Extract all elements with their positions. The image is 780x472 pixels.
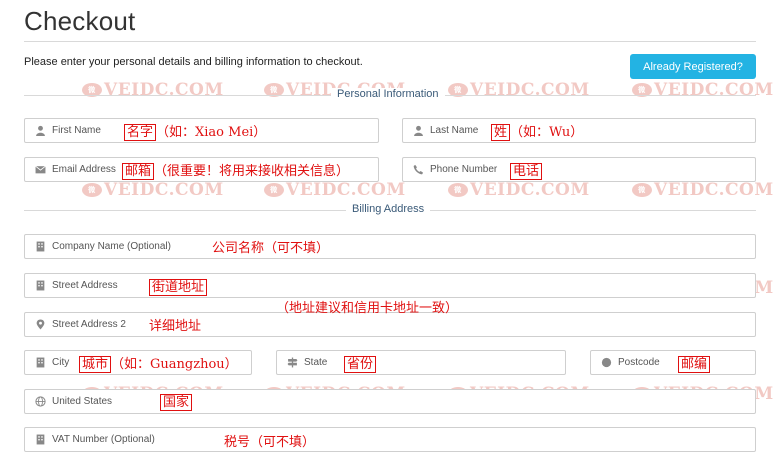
annotation-city: 城市 （如：Guangzhou） (79, 353, 238, 373)
building-icon (35, 280, 46, 291)
first-name-placeholder: First Name (52, 125, 101, 136)
annotation-state: 省份 (344, 353, 377, 373)
watermark: 微VEIDC.COM (632, 80, 774, 100)
vat-number-field[interactable]: VAT Number (Optional) (24, 427, 756, 452)
watermark: 微VEIDC.COM (264, 180, 406, 200)
watermark: 微VEIDC.COM (82, 180, 224, 200)
company-field[interactable]: Company Name (Optional) (24, 234, 756, 259)
user-icon (413, 125, 424, 136)
phone-icon (413, 164, 424, 175)
phone-field[interactable]: Phone Number (402, 157, 756, 182)
street-address-placeholder: Street Address (52, 280, 118, 291)
building-icon (35, 357, 46, 368)
intro-text: Please enter your personal details and b… (24, 56, 363, 68)
title-divider (24, 41, 756, 42)
annotation-country: 国家 (160, 391, 193, 411)
annotation-street-address-2: 详细地址 (149, 319, 202, 334)
state-placeholder: State (304, 357, 328, 368)
annotation-postcode: 邮编 (678, 353, 711, 373)
annotation-last-name: 姓（如：Wu） (491, 121, 583, 141)
annotation-street-note: （地址建议和信用卡地址一致） (276, 301, 459, 316)
watermark-logo-icon: 微 (632, 183, 652, 197)
street-address-field[interactable]: Street Address (24, 273, 756, 298)
envelope-icon (35, 164, 46, 175)
watermark: 微VEIDC.COM (448, 80, 590, 100)
annotation-company: 公司名称（可不填） (212, 241, 330, 256)
already-registered-button[interactable]: Already Registered? (630, 54, 756, 79)
last-name-placeholder: Last Name (430, 125, 479, 136)
annotation-phone: 电话 (510, 160, 543, 180)
watermark-logo-icon: 微 (448, 183, 468, 197)
company-placeholder: Company Name (Optional) (52, 241, 171, 252)
section-title-personal: Personal Information (331, 88, 445, 100)
annotation-street-address: 街道地址 (149, 276, 208, 296)
building-icon (35, 434, 46, 445)
watermark: 微VEIDC.COM (632, 180, 774, 200)
building-icon (35, 241, 46, 252)
vat-number-placeholder: VAT Number (Optional) (52, 434, 155, 445)
country-value: United States (52, 396, 113, 407)
state-field[interactable]: State (276, 350, 566, 375)
phone-placeholder: Phone Number (430, 164, 498, 175)
user-icon (35, 125, 46, 136)
watermark-logo-icon: 微 (82, 183, 102, 197)
annotation-email: 邮箱 （很重要！将用来接收相关信息） (122, 160, 349, 180)
signpost-icon (287, 357, 298, 368)
section-title-billing: Billing Address (346, 203, 431, 215)
city-placeholder: City (52, 357, 70, 368)
watermark-logo-icon: 微 (264, 183, 284, 197)
street-address-2-placeholder: Street Address 2 (52, 319, 126, 330)
postcode-field[interactable]: Postcode (590, 350, 756, 375)
circle-icon (601, 357, 612, 368)
country-select[interactable]: United States (24, 389, 756, 414)
watermark: 微VEIDC.COM (448, 180, 590, 200)
page-title: Checkout (24, 6, 136, 36)
postcode-placeholder: Postcode (618, 357, 660, 368)
map-marker-icon (35, 319, 46, 330)
globe-icon (35, 396, 46, 407)
annotation-first-name: 名字 （如：Xiao Mei） (124, 121, 266, 141)
watermark: 微VEIDC.COM (82, 80, 224, 100)
email-placeholder: Email Address (52, 164, 116, 175)
annotation-vat: 税号（可不填） (224, 435, 316, 450)
